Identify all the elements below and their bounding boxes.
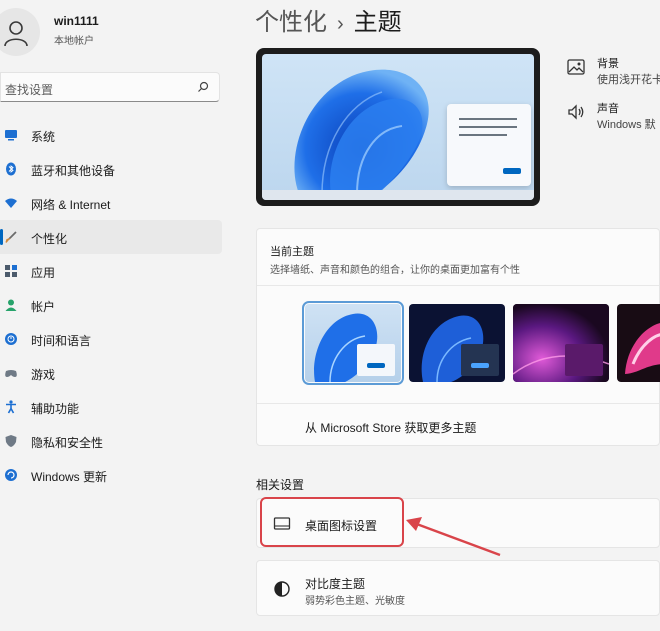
contrast-icon [274,581,290,597]
gamepad-icon [5,370,17,377]
search-placeholder: 查找设置 [5,83,54,97]
sound-title: 声音 [597,103,619,115]
theme-thumb-dark[interactable] [409,304,505,382]
search-input[interactable]: 查找设置 [0,72,220,102]
sidebar-item-label: 隐私和安全性 [31,436,104,450]
sidebar-item-label: 时间和语言 [31,334,92,348]
sidebar-nav: 系统 蓝牙和其他设备 网络 & Internet 个性化 应用 帐户 时间和语言… [0,118,222,492]
sidebar-item-system[interactable]: 系统 [0,118,222,152]
theme-thumb-light[interactable] [302,301,404,385]
annotation-highlight-box [260,497,404,547]
sidebar-item-label: 帐户 [31,300,56,314]
sidebar: win1111 本地帐户 查找设置 系统 蓝牙和其他设备 网络 & Intern… [0,0,230,631]
breadcrumb: 个性化 › 主题 [255,2,402,37]
flow-wallpaper-image [625,323,660,374]
sidebar-item-bluetooth[interactable]: 蓝牙和其他设备 [0,152,222,186]
bluetooth-icon [6,162,16,176]
background-option[interactable]: 背景 使用浅开花卡 [566,55,660,89]
sidebar-item-network[interactable]: 网络 & Internet [0,186,222,220]
shield-icon [5,435,17,447]
store-link[interactable]: 从 Microsoft Store 获取更多主题 [305,419,476,436]
account-header[interactable]: win1111 本地帐户 [0,8,230,56]
apps-icon [5,265,17,277]
breadcrumb-separator: › [337,13,344,35]
contrast-title: 对比度主题 [305,577,366,591]
page-title: 主题 [353,9,402,36]
contrast-desc: 弱势彩色主题、光敏度 [305,596,405,607]
preview-button [503,168,521,174]
accessibility-icon [6,400,16,414]
sidebar-item-apps[interactable]: 应用 [0,254,222,288]
sound-option[interactable]: 声音 Windows 默 [566,100,660,134]
theme-preview [256,48,540,206]
theme-gallery [302,301,660,385]
sidebar-item-privacy[interactable]: 隐私和安全性 [0,424,222,458]
sidebar-item-label: 个性化 [31,232,68,246]
sidebar-item-accounts[interactable]: 帐户 [0,288,222,322]
brush-icon [5,231,17,243]
thumb-window [565,344,603,376]
annotation-arrow-icon [406,517,501,557]
wifi-icon [5,198,17,208]
preview-text-line [459,134,507,136]
globe-clock-icon [5,333,17,345]
divider [257,403,659,404]
sidebar-item-gaming[interactable]: 游戏 [0,356,222,390]
preview-window [447,104,531,186]
sidebar-item-label: 系统 [31,130,56,144]
person-icon [4,21,28,47]
sound-desc: Windows 默 [597,119,656,131]
account-type: 本地帐户 [54,36,94,47]
picture-icon [567,59,585,75]
person-icon [5,299,17,311]
contrast-themes-row[interactable]: 对比度主题 弱势彩色主题、光敏度 [256,560,660,616]
preview-taskbar [262,190,534,200]
search-icon[interactable] [197,81,209,93]
related-settings-heading: 相关设置 [256,478,305,492]
background-desc: 使用浅开花卡 [597,74,660,86]
account-name: win1111 [54,14,99,28]
background-title: 背景 [597,58,619,70]
preview-wallpaper [262,54,534,200]
divider [257,285,659,286]
monitor-icon [5,130,17,141]
sidebar-item-personalization[interactable]: 个性化 [0,220,222,254]
current-theme-desc: 选择墙纸、声音和颜色的组合，让你的桌面更加富有个性 [270,265,520,276]
sidebar-item-time-language[interactable]: 时间和语言 [0,322,222,356]
theme-thumb-flow[interactable] [617,304,660,382]
avatar[interactable] [0,8,40,56]
speaker-icon [568,104,584,120]
theme-thumb-glow[interactable] [513,304,609,382]
sidebar-item-label: 辅助功能 [31,402,80,416]
sidebar-item-label: 应用 [31,266,56,280]
sidebar-item-label: 网络 & Internet [31,198,111,212]
breadcrumb-parent[interactable]: 个性化 [255,9,327,36]
sidebar-item-accessibility[interactable]: 辅助功能 [0,390,222,424]
sidebar-item-label: 蓝牙和其他设备 [31,164,116,178]
sidebar-item-windows-update[interactable]: Windows 更新 [0,458,222,492]
thumb-window [357,344,395,376]
preview-text-line [459,118,517,120]
sidebar-item-label: 游戏 [31,368,56,382]
current-theme-title: 当前主题 [270,246,314,258]
thumb-window [461,344,499,376]
sidebar-item-label: Windows 更新 [31,470,108,484]
update-icon [5,469,17,481]
preview-text-line [459,126,517,128]
